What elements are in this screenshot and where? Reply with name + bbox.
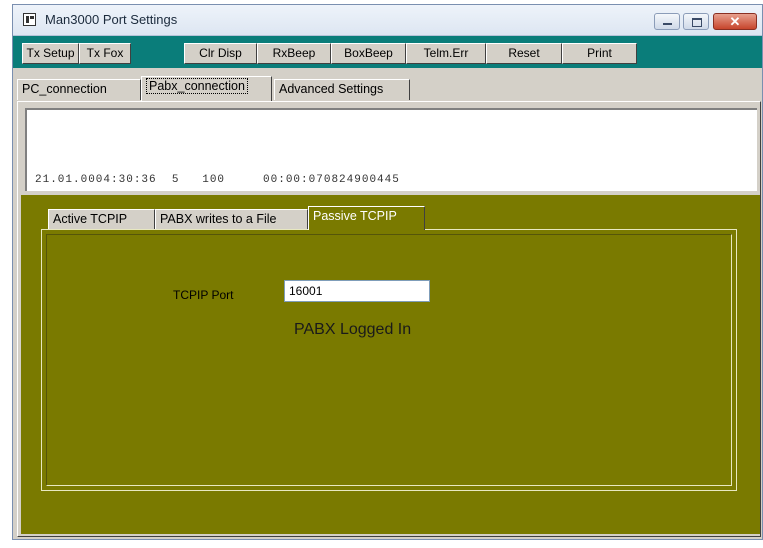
window-title: Man3000 Port Settings <box>45 12 178 27</box>
toolbar: Tx Setup Tx Fox Clr Disp RxBeep BoxBeep … <box>13 36 762 68</box>
print-button[interactable]: Print <box>562 43 637 64</box>
rxbeep-button[interactable]: RxBeep <box>257 43 331 64</box>
tab-pabx-writes-file[interactable]: PABX writes to a File <box>155 209 308 229</box>
tab-pabx-connection[interactable]: Pabx_connection <box>141 76 272 101</box>
tab-passive-tcpip[interactable]: Passive TCPIP <box>308 206 425 230</box>
clr-disp-button[interactable]: Clr Disp <box>184 43 257 64</box>
tab-pabx-connection-label: Pabx_connection <box>146 78 248 94</box>
title-bar[interactable]: Man3000 Port Settings ✕ <box>13 5 762 36</box>
telm-err-button[interactable]: Telm.Err <box>406 43 486 64</box>
reset-button[interactable]: Reset <box>486 43 562 64</box>
log-display[interactable]: 21.01.0004:30:36 5 100 00:00:07082490044… <box>25 108 757 191</box>
status-text: PABX Logged In <box>294 321 412 338</box>
tx-fox-button[interactable]: Tx Fox <box>79 43 131 64</box>
tab-pc-connection[interactable]: PC_connection <box>17 79 141 100</box>
tx-setup-button[interactable]: Tx Setup <box>22 43 79 64</box>
main-tabs: PC_connection Pabx_connection Advanced S… <box>13 75 762 101</box>
maximize-button[interactable] <box>683 13 709 30</box>
main-window: Man3000 Port Settings ✕ Tx Setup Tx Fox … <box>12 4 763 540</box>
app-icon <box>23 13 36 26</box>
close-button[interactable]: ✕ <box>713 13 757 30</box>
tab-advanced-settings[interactable]: Advanced Settings <box>274 79 410 100</box>
minimize-button[interactable] <box>654 13 680 30</box>
boxbeep-button[interactable]: BoxBeep <box>331 43 406 64</box>
passive-tcpip-panel-inner: TCPIP Port PABX Logged In <box>46 234 732 486</box>
passive-tcpip-panel: TCPIP Port PABX Logged In <box>41 229 737 491</box>
connection-panel: Active TCPIP PABX writes to a File Passi… <box>21 195 760 534</box>
log-line: 21.01.0004:30:36 5 100 00:00:07082490044… <box>35 174 400 186</box>
tab-active-tcpip[interactable]: Active TCPIP <box>48 209 155 229</box>
close-icon: ✕ <box>729 14 741 29</box>
tcpip-port-label: TCPIP Port <box>173 288 234 302</box>
tcpip-port-input[interactable] <box>284 280 430 302</box>
